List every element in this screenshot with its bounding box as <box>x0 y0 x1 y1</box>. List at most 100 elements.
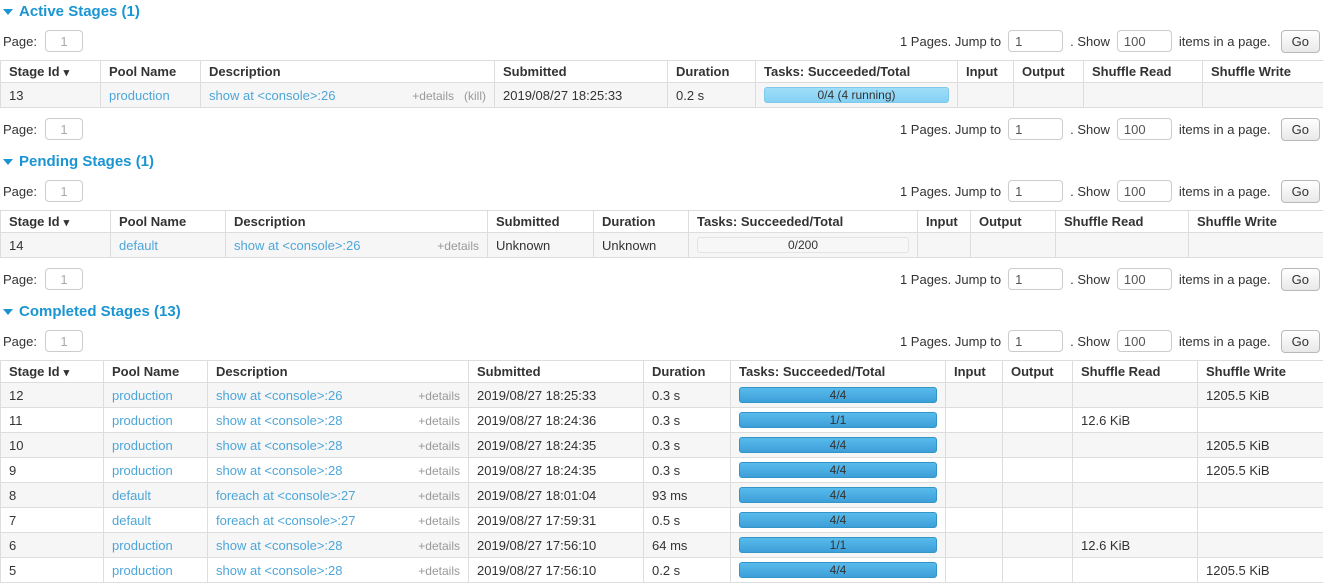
tasks-cell: 4/4 <box>731 433 946 458</box>
column-header[interactable]: Tasks: Succeeded/Total <box>731 361 946 383</box>
pool-link[interactable]: production <box>112 413 173 428</box>
jump-to-page-input[interactable] <box>1008 180 1063 202</box>
details-link[interactable]: +details <box>418 489 460 503</box>
pool-link[interactable]: production <box>112 538 173 553</box>
column-header[interactable]: Input <box>946 361 1003 383</box>
description-link[interactable]: show at <console>:28 <box>216 538 342 553</box>
pool-link[interactable]: production <box>112 563 173 578</box>
column-header[interactable]: Duration <box>644 361 731 383</box>
column-header[interactable]: Pool Name <box>101 61 201 83</box>
column-header[interactable]: Shuffle Write <box>1198 361 1323 383</box>
go-button[interactable]: Go <box>1281 330 1320 353</box>
show-items-input[interactable] <box>1117 118 1172 140</box>
details-link[interactable]: +details <box>418 414 460 428</box>
jump-to-page-input[interactable] <box>1008 330 1063 352</box>
description-link[interactable]: show at <console>:26 <box>216 388 342 403</box>
column-header[interactable]: Description <box>208 361 469 383</box>
column-header[interactable]: Shuffle Read <box>1056 211 1189 233</box>
submitted-cell: 2019/08/27 18:01:04 <box>469 483 644 508</box>
jump-to-page-input[interactable] <box>1008 30 1063 52</box>
show-items-input[interactable] <box>1117 268 1172 290</box>
details-link[interactable]: +details <box>418 389 460 403</box>
column-header[interactable]: Output <box>1014 61 1084 83</box>
go-button[interactable]: Go <box>1281 118 1320 141</box>
column-header[interactable]: Output <box>1003 361 1073 383</box>
pool-link[interactable]: production <box>112 463 173 478</box>
output-cell <box>1003 408 1073 433</box>
description-link[interactable]: show at <console>:26 <box>209 88 335 103</box>
kill-link[interactable]: (kill) <box>464 89 486 103</box>
description-link[interactable]: show at <console>:28 <box>216 463 342 478</box>
column-header[interactable]: Stage Id▾ <box>1 361 104 383</box>
details-link[interactable]: +details <box>418 539 460 553</box>
description-link[interactable]: foreach at <console>:27 <box>216 513 356 528</box>
section-heading-pending[interactable]: Pending Stages (1) <box>3 153 1320 170</box>
details-link[interactable]: +details <box>412 89 454 103</box>
stage-row: 13productionshow at <console>:26+details… <box>1 83 1323 108</box>
column-header[interactable]: Pool Name <box>104 361 208 383</box>
column-header[interactable]: Shuffle Read <box>1073 361 1198 383</box>
column-header[interactable]: Submitted <box>495 61 668 83</box>
pool-link[interactable]: default <box>112 513 151 528</box>
tasks-cell: 0/4 (4 running) <box>756 83 958 108</box>
pool-link[interactable]: default <box>119 238 158 253</box>
page-number-input[interactable] <box>45 180 83 202</box>
duration-cell: 93 ms <box>644 483 731 508</box>
input-cell <box>946 533 1003 558</box>
submitted-cell: 2019/08/27 17:56:10 <box>469 533 644 558</box>
pagination-active-bottom: Page:1 Pages. Jump to. Showitems in a pa… <box>3 117 1320 141</box>
jump-to-page-input[interactable] <box>1008 268 1063 290</box>
pool-link[interactable]: production <box>112 438 173 453</box>
description-link[interactable]: show at <console>:26 <box>234 238 360 253</box>
column-header[interactable]: Tasks: Succeeded/Total <box>689 211 918 233</box>
pagination-pending-top: Page:1 Pages. Jump to. Showitems in a pa… <box>3 179 1320 203</box>
details-link[interactable]: +details <box>418 564 460 578</box>
page-number-input[interactable] <box>45 30 83 52</box>
column-header[interactable]: Output <box>971 211 1056 233</box>
pool-link[interactable]: default <box>112 488 151 503</box>
column-header[interactable]: Shuffle Write <box>1203 61 1323 83</box>
column-header[interactable]: Duration <box>668 61 756 83</box>
show-items-input[interactable] <box>1117 180 1172 202</box>
details-link[interactable]: +details <box>437 239 479 253</box>
column-header[interactable]: Description <box>226 211 488 233</box>
pool-link[interactable]: production <box>109 88 170 103</box>
description-cell: show at <console>:26 +details (kill) <box>201 83 495 108</box>
page-number-input[interactable] <box>45 330 83 352</box>
column-header[interactable]: Shuffle Read <box>1084 61 1203 83</box>
show-items-input[interactable] <box>1117 30 1172 52</box>
input-cell <box>946 458 1003 483</box>
column-header[interactable]: Tasks: Succeeded/Total <box>756 61 958 83</box>
section-heading-active[interactable]: Active Stages (1) <box>3 3 1320 20</box>
go-button[interactable]: Go <box>1281 268 1320 291</box>
column-header[interactable]: Input <box>918 211 971 233</box>
column-header[interactable]: Stage Id▾ <box>1 61 101 83</box>
details-link[interactable]: +details <box>418 464 460 478</box>
description-link[interactable]: show at <console>:28 <box>216 563 342 578</box>
description-cell: foreach at <console>:27 +details <box>208 508 469 533</box>
column-header[interactable]: Submitted <box>469 361 644 383</box>
page-number-input[interactable] <box>45 118 83 140</box>
shuffle-write-cell <box>1189 233 1323 258</box>
column-header[interactable]: Stage Id▾ <box>1 211 111 233</box>
pagination-active-top: Page:1 Pages. Jump to. Showitems in a pa… <box>3 29 1320 53</box>
column-header[interactable]: Duration <box>594 211 689 233</box>
description-link[interactable]: show at <console>:28 <box>216 438 342 453</box>
column-header[interactable]: Description <box>201 61 495 83</box>
details-link[interactable]: +details <box>418 514 460 528</box>
description-link[interactable]: show at <console>:28 <box>216 413 342 428</box>
column-header[interactable]: Input <box>958 61 1014 83</box>
show-items-input[interactable] <box>1117 330 1172 352</box>
column-header[interactable]: Pool Name <box>111 211 226 233</box>
go-button[interactable]: Go <box>1281 180 1320 203</box>
column-header[interactable]: Submitted <box>488 211 594 233</box>
items-per-page-label: items in a page. <box>1179 272 1271 287</box>
column-header[interactable]: Shuffle Write <box>1189 211 1323 233</box>
section-heading-completed[interactable]: Completed Stages (13) <box>3 303 1320 320</box>
page-number-input[interactable] <box>45 268 83 290</box>
description-link[interactable]: foreach at <console>:27 <box>216 488 356 503</box>
jump-to-page-input[interactable] <box>1008 118 1063 140</box>
go-button[interactable]: Go <box>1281 30 1320 53</box>
pool-link[interactable]: production <box>112 388 173 403</box>
details-link[interactable]: +details <box>418 439 460 453</box>
